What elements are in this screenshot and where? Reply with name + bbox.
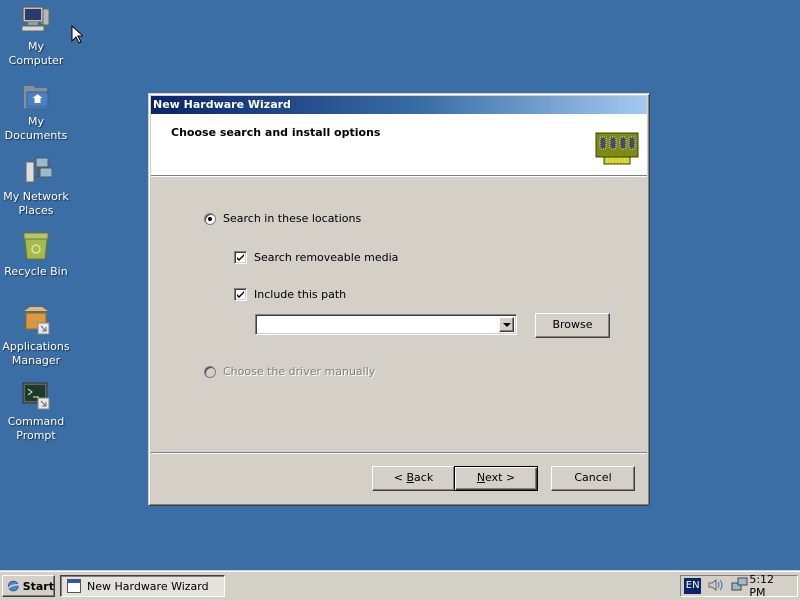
back-button[interactable]: < Back [372, 466, 455, 491]
icon-label: My [27, 40, 44, 53]
taskbar-item-label: New Hardware Wizard [87, 579, 209, 593]
taskbar: Start New Hardware Wizard EN 5:12 PM [0, 570, 800, 600]
checkbox[interactable] [234, 251, 247, 264]
wizard-header: Choose search and install options [151, 114, 647, 176]
icon-label: Manager [11, 354, 61, 367]
wizard-header-title: Choose search and install options [171, 126, 381, 139]
button-separator [151, 452, 647, 454]
next-mnemonic: N [476, 471, 486, 484]
window-title: New Hardware Wizard [153, 98, 291, 111]
checkbox-label: Search removeable media [254, 251, 399, 264]
radio-button[interactable] [204, 365, 216, 378]
taskbar-item-new-hardware-wizard[interactable]: New Hardware Wizard [60, 575, 225, 597]
icon-label: My [27, 115, 44, 128]
icon-label: Computer [8, 54, 64, 67]
browse-button[interactable]: Browse [535, 313, 610, 338]
icon-label: Prompt [16, 429, 56, 442]
radio-choose-manually[interactable]: Choose the driver manually [204, 365, 375, 378]
back-rest: ack [414, 471, 434, 484]
applications-manager-icon [20, 305, 52, 337]
desktop-icon-recycle-bin[interactable]: Recycle Bin [0, 230, 72, 279]
checkbox-include-path[interactable]: Include this path [234, 288, 346, 301]
documents-folder-icon [20, 80, 52, 112]
icon-label: Applications [2, 340, 70, 353]
back-mnemonic: B [406, 471, 415, 484]
start-logo-icon [7, 580, 21, 592]
start-button[interactable]: Start [2, 575, 55, 597]
command-prompt-icon [20, 380, 52, 412]
radio-label: Choose the driver manually [223, 365, 376, 378]
desktop-icon-network-places[interactable]: My Network Places [0, 155, 72, 218]
next-button[interactable]: Next > [454, 466, 538, 491]
desktop-icon-my-computer[interactable]: My Computer [0, 5, 72, 68]
cancel-button[interactable]: Cancel [551, 466, 635, 491]
system-tray: EN 5:12 PM [680, 573, 798, 599]
path-combobox[interactable] [255, 314, 517, 335]
cancel-label: Cancel [574, 471, 612, 484]
radio-label: Search in these locations [223, 212, 362, 225]
network-places-icon [20, 155, 53, 187]
desktop-icon-command-prompt[interactable]: Command Prompt [0, 380, 72, 443]
checkbox-removable-media[interactable]: Search removeable media [234, 251, 398, 264]
icon-label: Command [7, 415, 65, 428]
window-title-bar[interactable]: New Hardware Wizard [151, 96, 647, 114]
start-label: Start [22, 579, 54, 593]
icon-label: My Network [3, 190, 69, 203]
radio-button[interactable] [204, 212, 216, 225]
checkbox-label: Include this path [254, 288, 347, 301]
checkbox[interactable] [234, 288, 247, 301]
browse-label: Browse [552, 318, 593, 331]
hardware-memory-card-icon [595, 132, 639, 166]
icon-label: Recycle Bin [4, 265, 68, 278]
recycle-bin-icon [20, 230, 52, 262]
radio-search-locations[interactable]: Search in these locations [204, 212, 361, 225]
back-prefix: < [393, 471, 407, 484]
volume-icon[interactable] [707, 577, 725, 596]
new-hardware-wizard-window: New Hardware Wizard Choose search and in… [148, 93, 650, 506]
icon-label: Places [18, 204, 54, 217]
wizard-content: Search in these locations Search removea… [151, 178, 647, 503]
window-icon [67, 579, 81, 593]
desktop-icon-my-documents[interactable]: My Documents [0, 80, 72, 143]
dropdown-arrow-button[interactable] [499, 317, 514, 332]
mouse-cursor-icon [71, 24, 85, 48]
computer-icon [20, 5, 52, 37]
network-icon[interactable] [731, 577, 749, 596]
clock[interactable]: 5:12 PM [749, 573, 792, 599]
desktop-icon-applications-manager[interactable]: Applications Manager [0, 305, 72, 368]
next-rest: ext > [485, 471, 516, 484]
icon-label: Documents [4, 129, 68, 142]
language-indicator[interactable]: EN [684, 578, 702, 594]
